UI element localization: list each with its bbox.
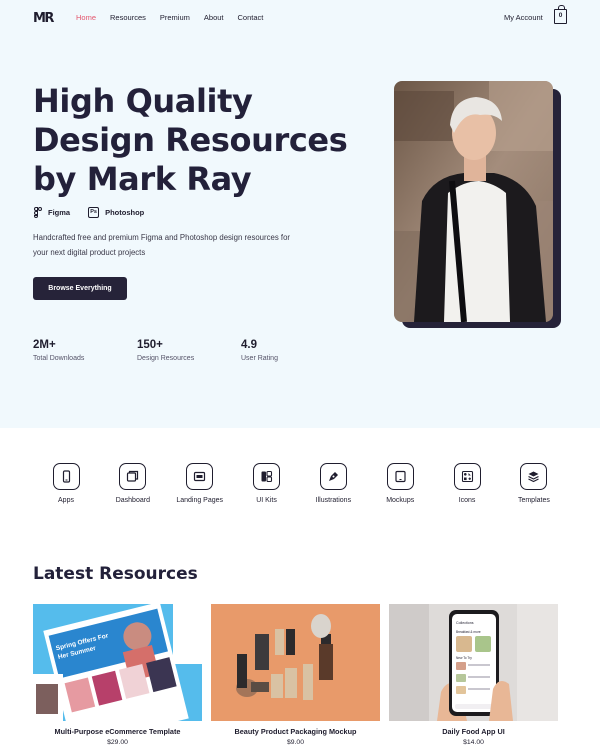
figma-icon [34, 207, 42, 218]
logo[interactable]: MR [33, 11, 54, 26]
stat-label: Design Resources [137, 355, 195, 362]
author-photo [394, 81, 553, 322]
category-list: Apps Dashboard Landing Pages UI Kits Ill… [33, 463, 567, 504]
nav-about[interactable]: About [204, 13, 224, 22]
stat-rating: 4.9 User Rating [241, 339, 345, 362]
nav-contact[interactable]: Contact [238, 13, 264, 22]
card-image-food-app: Collections Breakfast & more New To Try [389, 604, 558, 721]
mobile-icon [52, 463, 80, 490]
layers-icon [520, 463, 548, 490]
tool-list: Figma Ps Photoshop [34, 207, 144, 218]
stats-row: 2M+ Total Downloads 150+ Design Resource… [33, 339, 345, 362]
nav-resources[interactable]: Resources [110, 13, 146, 22]
browse-everything-button[interactable]: Browse Everything [33, 277, 127, 300]
tool-photoshop-label: Photoshop [105, 208, 145, 217]
stat-value: 150+ [137, 339, 163, 351]
resource-card-ecommerce[interactable]: Spring Offers For Her Summer Multi-Purpo… [33, 604, 202, 746]
category-label: Apps [58, 497, 74, 504]
hero-title-line-2: Design Resources [33, 121, 348, 159]
stat-label: Total Downloads [33, 355, 85, 362]
category-dashboard[interactable]: Dashboard [100, 463, 166, 504]
cart-count: 0 [558, 12, 563, 19]
category-templates[interactable]: Templates [501, 463, 567, 504]
cart-icon[interactable]: 0 [554, 5, 567, 24]
icons-icon [453, 463, 481, 490]
category-illustrations[interactable]: Illustrations [300, 463, 366, 504]
category-ui-kits[interactable]: UI Kits [234, 463, 300, 504]
category-label: Mockups [386, 497, 415, 504]
category-label: Landing Pages [176, 497, 224, 504]
dashboard-icon [119, 463, 147, 490]
tablet-icon [386, 463, 414, 490]
top-nav: MR Home Resources Premium About Contact … [0, 0, 600, 36]
resource-card-packaging[interactable]: Beauty Product Packaging Mockup $9.00 [211, 604, 380, 746]
pen-icon [319, 463, 347, 490]
hero-title-line-3: by Mark Ray [33, 160, 252, 198]
stat-label: User Rating [241, 355, 278, 362]
nav-home[interactable]: Home [76, 13, 96, 22]
stat-value: 2M+ [33, 339, 56, 351]
card-title[interactable]: Multi-Purpose eCommerce Template [33, 727, 202, 736]
my-account-link[interactable]: My Account [504, 13, 543, 22]
ui-kit-icon [253, 463, 281, 490]
hero-section: MR Home Resources Premium About Contact … [0, 0, 600, 428]
category-icons[interactable]: Icons [434, 463, 500, 504]
category-mockups[interactable]: Mockups [367, 463, 433, 504]
screen-title: Collections [456, 621, 474, 625]
card-title[interactable]: Beauty Product Packaging Mockup [211, 727, 380, 736]
stat-resources: 150+ Design Resources [137, 339, 241, 362]
card-image-ecommerce: Spring Offers For Her Summer [33, 604, 202, 721]
main-menu: Home Resources Premium About Contact [76, 13, 263, 22]
resource-cards: Spring Offers For Her Summer Multi-Purpo… [33, 604, 558, 746]
tool-figma-label: Figma [48, 208, 71, 217]
card-image-packaging [211, 604, 380, 721]
hero-description: Handcrafted free and premium Figma and P… [33, 233, 291, 257]
stat-value: 4.9 [241, 339, 257, 351]
category-label: Icons [458, 497, 476, 504]
category-label: Dashboard [115, 497, 150, 504]
latest-resources-heading: Latest Resources [33, 564, 198, 584]
nav-premium[interactable]: Premium [160, 13, 190, 22]
category-label: Illustrations [315, 497, 352, 504]
category-apps[interactable]: Apps [33, 463, 99, 504]
screen-section-1: Breakfast & more [456, 630, 481, 634]
tool-figma: Figma [34, 207, 70, 218]
category-label: Templates [517, 497, 550, 504]
category-landing-pages[interactable]: Landing Pages [167, 463, 233, 504]
hero-title-line-1: High Quality [33, 82, 253, 120]
resource-card-food-app[interactable]: Collections Breakfast & more New To Try … [389, 604, 558, 746]
card-title[interactable]: Daily Food App UI [389, 727, 558, 736]
photoshop-icon: Ps [88, 207, 100, 218]
category-label: UI Kits [256, 497, 277, 504]
screen-section-2: New To Try [456, 656, 472, 660]
tool-photoshop: Ps Photoshop [88, 207, 144, 218]
stat-downloads: 2M+ Total Downloads [33, 339, 137, 362]
hero-title: High Quality Design Resources by Mark Ra… [33, 82, 353, 199]
landing-page-icon [186, 463, 214, 490]
